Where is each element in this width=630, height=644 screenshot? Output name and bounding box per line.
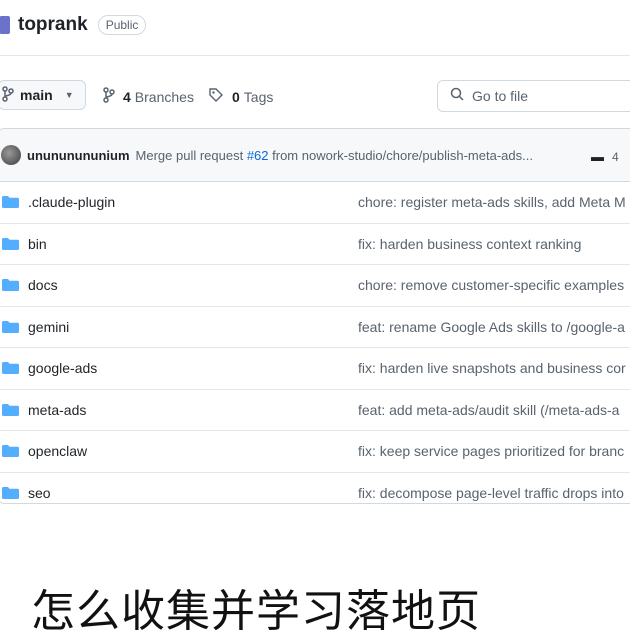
branch-selector-button[interactable]: main ▼ xyxy=(0,80,86,110)
file-name[interactable]: gemini xyxy=(28,319,69,335)
go-to-file-input[interactable]: Go to file xyxy=(437,80,630,112)
folder-icon xyxy=(2,403,19,416)
tags-link[interactable]: 0 Tags xyxy=(208,87,273,106)
commit-message-prefix: Merge pull request xyxy=(135,147,247,163)
search-icon xyxy=(450,87,464,105)
folder-icon xyxy=(2,320,19,333)
repo-icon xyxy=(0,16,10,34)
file-commit-message[interactable]: chore: register meta-ads skills, add Met… xyxy=(358,194,626,210)
commit-author[interactable]: unununununium xyxy=(27,148,130,163)
search-placeholder: Go to file xyxy=(472,88,529,104)
git-branch-icon xyxy=(103,87,115,106)
file-row[interactable]: google-ads fix: harden live snapshots and… xyxy=(0,347,630,389)
file-name[interactable]: bin xyxy=(28,236,47,252)
file-row[interactable]: meta-ads feat: add meta-ads/audit skill (… xyxy=(0,388,630,431)
git-branch-icon xyxy=(2,85,14,105)
folder-icon xyxy=(2,279,19,291)
branches-label: Branches xyxy=(134,88,194,105)
commit-message[interactable]: Merge pull request #62 from nowork-studi… xyxy=(136,148,533,163)
folder-icon xyxy=(2,445,19,457)
file-row[interactable]: docs chore: remove customer-specific exam… xyxy=(0,264,630,306)
visibility-badge: Public xyxy=(97,15,147,35)
latest-commit-bar: unununununium Merge pull request #62 fro… xyxy=(0,129,630,182)
avatar[interactable] xyxy=(1,145,21,165)
file-commit-message[interactable]: feat: rename Google Ads skills to /googl… xyxy=(358,319,625,335)
file-name[interactable]: seo xyxy=(28,485,51,501)
folder-icon xyxy=(2,196,19,208)
file-name[interactable]: docs xyxy=(28,277,58,293)
folder-icon xyxy=(2,486,19,499)
file-commit-message[interactable]: fix: harden business context ranking xyxy=(358,236,581,252)
file-commit-message[interactable]: fix: harden live snapshots and business … xyxy=(358,360,626,376)
file-commit-message[interactable]: fix: decompose page-level traffic drops … xyxy=(358,485,624,501)
file-row[interactable]: .claude-plugin chore: register meta-ads s… xyxy=(0,182,630,223)
file-name[interactable]: openclaw xyxy=(28,443,87,459)
file-row[interactable]: bin fix: harden business context ranking xyxy=(0,222,630,265)
caption-text: 怎么收集并学习落地页 xyxy=(31,586,481,637)
commit-message-suffix: from nowork-studio/chore/publish-meta-ad… xyxy=(268,147,533,163)
branch-name: main xyxy=(20,87,53,103)
branches-count: 4 xyxy=(123,88,131,105)
pull-request-link[interactable]: #62 xyxy=(247,148,269,163)
file-name[interactable]: meta-ads xyxy=(28,402,86,418)
file-name[interactable]: .claude-plugin xyxy=(28,194,115,210)
repo-name[interactable]: toprank xyxy=(18,14,88,36)
commit-extra-value: 4 xyxy=(612,149,619,164)
repo-toolbar: main ▼ 4 Branches 0 Tags Go to file xyxy=(0,80,630,112)
tags-label: Tags xyxy=(243,88,274,105)
tag-icon xyxy=(208,87,224,106)
file-browser: unununununium Merge pull request #62 fro… xyxy=(0,128,630,504)
file-name[interactable]: google-ads xyxy=(28,360,97,376)
folder-icon xyxy=(2,362,19,374)
folder-icon xyxy=(2,237,19,250)
commit-checks-icon[interactable]: ▬ xyxy=(591,149,604,164)
branches-link[interactable]: 4 Branches xyxy=(103,87,194,106)
file-commit-message[interactable]: feat: add meta-ads/audit skill (/meta-ad… xyxy=(358,402,619,418)
repo-header: toprank Public xyxy=(0,8,147,42)
commit-extra: ▬ 4 xyxy=(591,149,619,164)
file-row[interactable]: gemini feat: rename Google Ads skills to … xyxy=(0,305,630,348)
file-commit-message[interactable]: fix: keep service pages prioritized for … xyxy=(358,443,624,459)
tags-count: 0 xyxy=(232,88,240,105)
file-row[interactable]: openclaw fix: keep service pages prioriti… xyxy=(0,430,630,472)
file-row[interactable]: seo fix: decompose page-level traffic dro… xyxy=(0,471,630,504)
chevron-down-icon: ▼ xyxy=(64,90,74,100)
file-commit-message[interactable]: chore: remove customer-specific examples xyxy=(358,277,624,293)
header-divider xyxy=(0,55,630,56)
